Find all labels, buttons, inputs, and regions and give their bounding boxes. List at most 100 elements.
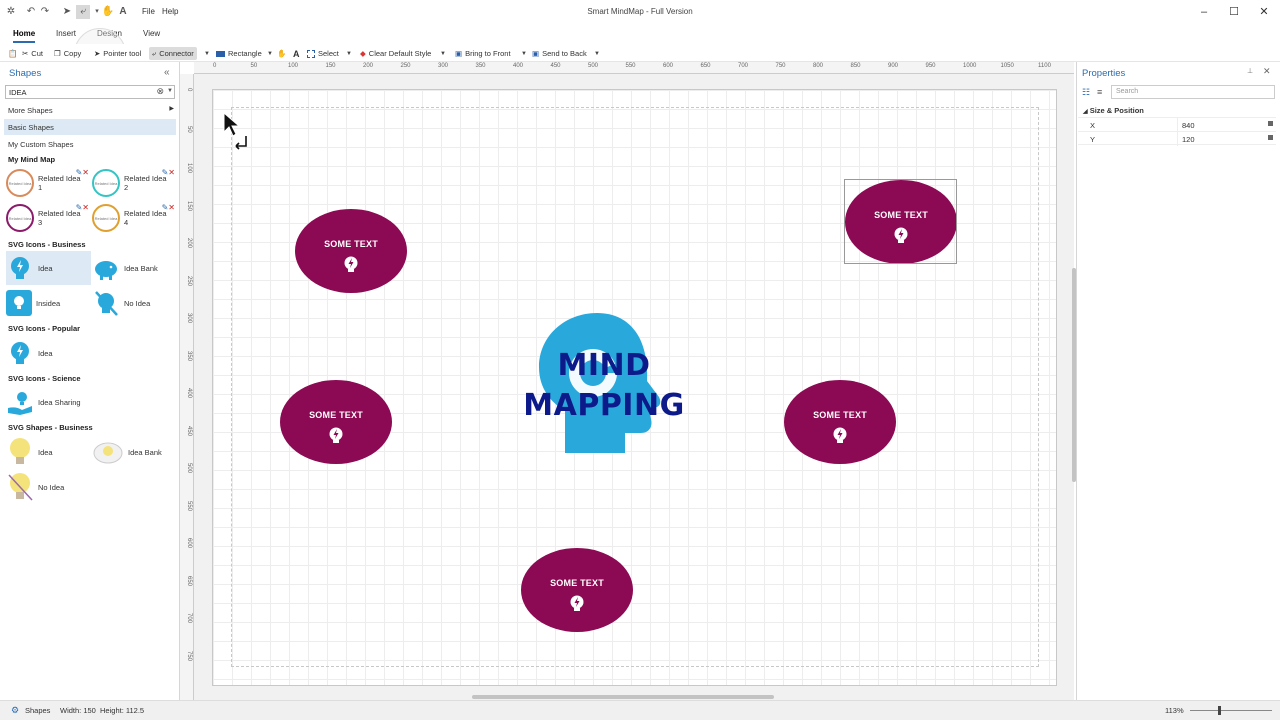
- clear-default-style-button[interactable]: ◆ Clear Default Style: [360, 47, 431, 60]
- tab-view[interactable]: View: [143, 29, 160, 38]
- selection-frame[interactable]: [844, 179, 957, 264]
- lightbulb-icon: [570, 595, 584, 611]
- select-dropdown-icon[interactable]: ▼: [346, 47, 352, 60]
- edit-delete-icons[interactable]: ✎✕: [162, 203, 175, 212]
- copy-button[interactable]: ❐ Copy: [54, 47, 81, 60]
- shape-no-idea-bulb[interactable]: No Idea: [6, 470, 91, 504]
- shape-idea-bank-bulb[interactable]: Idea Bank: [92, 435, 177, 469]
- library-my-custom-shapes[interactable]: My Custom Shapes: [4, 136, 176, 152]
- delete-icon[interactable]: ✕: [168, 203, 175, 212]
- ruler-tick-label: 600: [186, 538, 192, 549]
- ring-label: Related Idea: [94, 215, 118, 221]
- send-to-back-button[interactable]: ▣ Send to Back: [532, 47, 587, 60]
- delete-icon[interactable]: ✕: [168, 168, 175, 177]
- property-search-input[interactable]: Search: [1111, 85, 1275, 99]
- ruler-tick-label: 100: [288, 63, 299, 69]
- text-tool-icon[interactable]: A: [293, 47, 300, 60]
- section-svg-icons-science: SVG Icons - Science: [8, 374, 81, 383]
- shape-insidea[interactable]: Insidea: [6, 286, 91, 320]
- shape-related-idea-3[interactable]: Related Idea Related Idea 3 ✎✕: [6, 201, 91, 235]
- bring-front-label: Bring to Front: [465, 49, 511, 58]
- ruler-tick-label: 300: [186, 313, 192, 324]
- status-shapes-label[interactable]: Shapes: [25, 706, 50, 715]
- related-idea-ring-icon: Related Idea: [6, 169, 34, 197]
- pointer-label: Pointer tool: [103, 49, 142, 58]
- edit-delete-icons[interactable]: ✎✕: [76, 203, 89, 212]
- pointer-tool-button[interactable]: ➤ Pointer tool: [94, 47, 141, 60]
- bring-front-icon: ▣: [455, 49, 463, 58]
- section-my-mind-map: My Mind Map: [8, 155, 56, 164]
- pin-icon[interactable]: ⊥: [1247, 67, 1253, 75]
- ruler-tick-label: 50: [186, 125, 192, 133]
- cut-button[interactable]: ✂ Cut: [22, 47, 43, 60]
- ruler-tick-label: 950: [925, 63, 936, 69]
- property-y-input[interactable]: 120: [1177, 132, 1276, 146]
- central-topic[interactable]: MIND MAPPING: [522, 346, 686, 426]
- alphabetical-view-icon[interactable]: ≡: [1097, 87, 1102, 97]
- shape-idea-business[interactable]: Idea: [6, 251, 91, 285]
- idea-node-3[interactable]: SOME TEXT: [280, 380, 392, 464]
- clipboard-icon: 📋: [8, 49, 18, 58]
- edit-delete-icons[interactable]: ✎✕: [162, 168, 175, 177]
- section-size-position[interactable]: ◢ Size & Position: [1083, 106, 1144, 115]
- shape-search-input[interactable]: IDEA ⊗ ▼: [5, 85, 175, 99]
- rectangle-button[interactable]: Rectangle: [216, 47, 262, 60]
- send-back-dropdown-icon[interactable]: ▼: [594, 47, 600, 60]
- ruler-tick-label: 0: [213, 63, 217, 69]
- search-dropdown-icon[interactable]: ▼: [167, 88, 173, 94]
- shape-idea-bulb[interactable]: Idea: [6, 435, 91, 469]
- idea-node-4[interactable]: SOME TEXT: [784, 380, 896, 464]
- bring-to-front-button[interactable]: ▣ Bring to Front: [455, 47, 511, 60]
- rectangle-dropdown-icon[interactable]: ▼: [267, 47, 273, 60]
- clear-style-dropdown-icon[interactable]: ▼: [440, 47, 446, 60]
- connector-button[interactable]: ⤶ Connector: [149, 47, 197, 60]
- connector-dropdown-icon[interactable]: ▼: [204, 47, 210, 60]
- central-topic-line2: MAPPING: [523, 388, 685, 423]
- piggy-bulb-icon: [93, 442, 123, 464]
- gear-icon[interactable]: ⚙: [11, 705, 19, 716]
- idea-node-text: SOME TEXT: [324, 239, 378, 249]
- insidea-icon: [6, 290, 32, 316]
- shape-idea-sharing[interactable]: Idea Sharing: [6, 385, 91, 419]
- ruler-tick-label: 350: [186, 350, 192, 361]
- paste-button[interactable]: 📋: [8, 47, 17, 60]
- edit-delete-icons[interactable]: ✎✕: [76, 168, 89, 177]
- categorized-view-icon[interactable]: ☷: [1082, 87, 1090, 98]
- bring-front-dropdown-icon[interactable]: ▼: [521, 47, 527, 60]
- tab-insert[interactable]: Insert: [56, 29, 76, 38]
- select-button[interactable]: Select: [307, 47, 339, 60]
- zoom-slider-thumb[interactable]: [1218, 706, 1221, 715]
- close-icon[interactable]: ✕: [1250, 4, 1278, 20]
- delete-icon[interactable]: ✕: [82, 203, 89, 212]
- collapse-panel-icon[interactable]: «: [164, 67, 170, 78]
- delete-icon[interactable]: ✕: [82, 168, 89, 177]
- maximize-icon[interactable]: ☐: [1220, 4, 1248, 20]
- zoom-slider[interactable]: [1190, 706, 1272, 715]
- property-x-input[interactable]: 840: [1177, 118, 1276, 132]
- property-y-label: Y: [1090, 135, 1096, 144]
- shape-related-idea-4[interactable]: Related Idea Related Idea 4 ✎✕: [92, 201, 177, 235]
- minimize-icon[interactable]: –: [1190, 4, 1218, 20]
- ruler-tick-label: 450: [186, 425, 192, 436]
- idea-node-5[interactable]: SOME TEXT: [521, 548, 633, 632]
- hand-icon[interactable]: ✋: [277, 47, 286, 60]
- shape-idea-popular[interactable]: Idea: [6, 336, 91, 370]
- library-basic-shapes[interactable]: Basic Shapes: [4, 119, 176, 135]
- horizontal-scrollbar[interactable]: [472, 695, 774, 699]
- idea-node-1[interactable]: SOME TEXT: [295, 209, 407, 293]
- shape-idea-bank[interactable]: Idea Bank: [92, 251, 177, 285]
- ruler-tick-label: 1100: [1038, 63, 1051, 69]
- shape-related-idea-2[interactable]: Related Idea Related Idea 2 ✎✕: [92, 166, 177, 200]
- ruler-tick-label: 1000: [963, 63, 977, 69]
- tab-home[interactable]: Home: [13, 29, 36, 43]
- shape-related-idea-1[interactable]: Related Idea Related Idea 1 ✎✕: [6, 166, 91, 200]
- related-idea-ring-icon: Related Idea: [6, 204, 34, 232]
- shape-no-idea[interactable]: No Idea: [92, 286, 177, 320]
- clear-search-icon[interactable]: ⊗: [156, 86, 164, 97]
- library-more-shapes[interactable]: More Shapes ▶: [4, 102, 176, 118]
- property-search-placeholder: Search: [1116, 88, 1139, 95]
- panel-close-icon[interactable]: ✕: [1263, 66, 1271, 77]
- ruler-tick-label: 0: [186, 88, 192, 92]
- vertical-ruler: 0 50 100 150 200 250 300 350 400 450 500 550 600 650 7…: [180, 74, 194, 700]
- connector-icon: ⤶: [152, 48, 157, 58]
